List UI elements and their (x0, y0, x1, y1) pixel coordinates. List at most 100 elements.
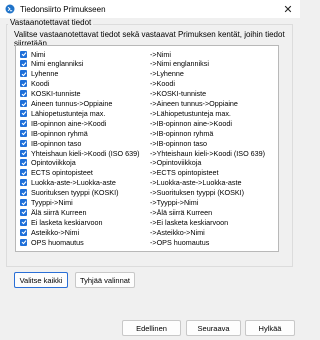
checkbox[interactable] (20, 129, 27, 137)
checkbox[interactable] (20, 228, 27, 236)
list-item[interactable]: Koodi ->Koodi (20, 79, 276, 89)
checkbox[interactable] (20, 199, 27, 206)
checkbox[interactable] (20, 139, 27, 147)
source-field-label: Älä siirrä Kurreen (31, 207, 87, 217)
target-field-label: ->IB-opinnon taso (150, 138, 207, 148)
checkbox[interactable] (20, 109, 27, 117)
source-field-label: Opintoviikkoja (31, 158, 76, 168)
target-field-label: ->OPS huomautus (150, 237, 210, 247)
target-field-label: ->KOSKI-tunniste (150, 89, 207, 99)
target-field-label: ->Koodi (150, 79, 175, 89)
list-item[interactable]: Lähiopetustunteja max. ->Lähiopetustuntej… (20, 108, 276, 118)
target-field-label: ->Aineen tunnus->Oppiaine (150, 99, 238, 108)
list-item[interactable]: Ei lasketa keskiarvoon ->Ei lasketa keski… (20, 217, 276, 227)
clear-selections-button[interactable]: Tyhjää valinnat (75, 272, 135, 288)
list-item[interactable]: Tyyppi->Nimi ->Tyyppi->Nimi (20, 198, 276, 208)
checkbox[interactable] (20, 70, 27, 78)
close-icon[interactable]: ✕ (276, 0, 300, 18)
checkbox[interactable] (20, 169, 27, 177)
checkbox[interactable] (20, 50, 27, 58)
target-field-label: ->Yhteishaun kieli->Koodi (ISO 639) (150, 148, 266, 158)
target-field-label: ->Tyyppi->Nimi (150, 198, 199, 207)
checkmark-icon (21, 151, 26, 156)
list-item[interactable]: Asteikko->Nimi ->Asteikko->Nimi (20, 227, 276, 237)
target-field-label: ->Luokka-aste->Luokka-aste (150, 178, 242, 188)
target-field-label: ->Ei lasketa keskiarvoon (150, 217, 229, 227)
checkmark-icon (21, 101, 26, 106)
checkmark-icon (21, 210, 26, 215)
checkmark-icon (21, 190, 26, 196)
list-item[interactable]: Aineen tunnus->Oppiaine ->Aineen tunnus->… (20, 99, 276, 109)
checkbox[interactable] (20, 100, 27, 107)
next-button[interactable]: Seuraava (186, 320, 241, 336)
fields-list[interactable]: Nimi ->Nimi Nimi englanniksi ->Nimi englann… (15, 45, 279, 252)
target-field-label: ->IB-opinnon ryhmä (150, 128, 214, 138)
checkmark-icon (21, 131, 26, 136)
source-field-label: IB-opinnon ryhmä (31, 128, 88, 138)
source-field-label: Asteikko->Nimi (31, 227, 80, 237)
checkmark-icon (21, 180, 26, 186)
checkmark-icon (21, 91, 26, 97)
target-field-label: ->Opintoviikkoja (150, 158, 202, 168)
source-field-label: Nimi (31, 49, 46, 59)
source-field-label: Tyyppi->Nimi (31, 198, 73, 207)
checkbox[interactable] (20, 218, 27, 226)
source-field-label: ECTS opintopisteet (31, 168, 93, 178)
source-field-label: IB-opinnon taso (31, 138, 82, 148)
source-field-label: Yhteishaun kieli->Koodi (ISO 639) (31, 148, 140, 158)
target-field-label: ->Asteikko->Nimi (150, 227, 205, 237)
source-field-label: Koodi (31, 79, 50, 89)
list-item[interactable]: IB-opinnon ryhmä ->IB-opinnon ryhmä (20, 128, 276, 138)
list-item[interactable]: Opintoviikkoja ->Opintoviikkoja (20, 158, 276, 168)
checkbox[interactable] (20, 90, 27, 98)
checkmark-icon (21, 81, 26, 87)
select-all-button[interactable]: Valitse kaikki (14, 272, 68, 288)
checkbox[interactable] (20, 60, 27, 68)
checkbox[interactable] (20, 149, 27, 157)
checkbox[interactable] (20, 119, 27, 127)
checkmark-icon (21, 200, 26, 205)
checkmark-icon (21, 111, 26, 116)
source-field-label: Aineen tunnus->Oppiaine (31, 99, 113, 108)
list-item[interactable]: Lyhenne ->Lyhenne (20, 69, 276, 79)
checkmark-icon (21, 121, 26, 126)
checkmark-icon (21, 161, 26, 166)
list-item[interactable]: Yhteishaun kieli->Koodi (ISO 639) ->Yhtei… (20, 148, 276, 158)
target-field-label: ->Lähiopetustunteja max. (150, 108, 231, 118)
checkbox[interactable] (20, 179, 27, 187)
checkbox[interactable] (20, 80, 27, 88)
previous-button[interactable]: Edellinen (122, 320, 181, 336)
list-item[interactable]: ECTS opintopisteet ->ECTS opintopisteet (20, 168, 276, 178)
checkmark-icon (21, 240, 26, 245)
list-item[interactable]: KOSKI-tunniste ->KOSKI-tunniste (20, 89, 276, 99)
checkmark-icon (21, 72, 26, 77)
source-field-label: KOSKI-tunniste (31, 89, 81, 99)
target-field-label: ->Älä siirrä Kurreen (150, 207, 213, 217)
checkmark-icon (21, 220, 26, 225)
checkbox[interactable] (20, 208, 27, 216)
checkbox[interactable] (20, 159, 27, 167)
checkmark-icon (21, 141, 26, 146)
checkbox[interactable] (20, 189, 27, 197)
list-item[interactable]: IB-opinnon taso ->IB-opinnon taso (20, 138, 276, 148)
checkmark-icon (21, 52, 26, 57)
list-item[interactable]: Nimi ->Nimi (20, 49, 276, 59)
window-title: Tiedonsiirto Primukseen (20, 4, 106, 14)
source-field-label: IB-opinnon aine->Koodi (31, 118, 107, 128)
target-field-label: ->Lyhenne (150, 69, 184, 79)
source-field-label: Suorituksen tyyppi (KOSKI) (31, 188, 119, 198)
source-field-label: OPS huomautus (31, 237, 84, 247)
checkbox[interactable] (20, 238, 27, 246)
cancel-button[interactable]: Hylkää (245, 320, 295, 336)
list-item[interactable]: Suorituksen tyyppi (KOSKI) ->Suorituksen … (20, 188, 276, 198)
source-field-label: Lyhenne (31, 69, 59, 79)
target-field-label: ->Nimi englanniksi (150, 59, 209, 69)
list-item[interactable]: OPS huomautus ->OPS huomautus (20, 237, 276, 247)
group-legend: Vastaanotettavat tiedot (8, 18, 94, 27)
target-field-label: ->Suorituksen tyyppi (KOSKI) (150, 188, 245, 198)
list-item[interactable]: IB-opinnon aine->Koodi ->IB-opinnon aine-… (20, 118, 276, 128)
list-item[interactable]: Luokka-aste->Luokka-aste ->Luokka-aste->L… (20, 178, 276, 188)
list-item[interactable]: Nimi englanniksi ->Nimi englanniksi (20, 59, 276, 69)
list-item[interactable]: Älä siirrä Kurreen ->Älä siirrä Kurreen (20, 207, 276, 217)
title-bar: Tiedonsiirto Primukseen ✕ (0, 0, 300, 18)
